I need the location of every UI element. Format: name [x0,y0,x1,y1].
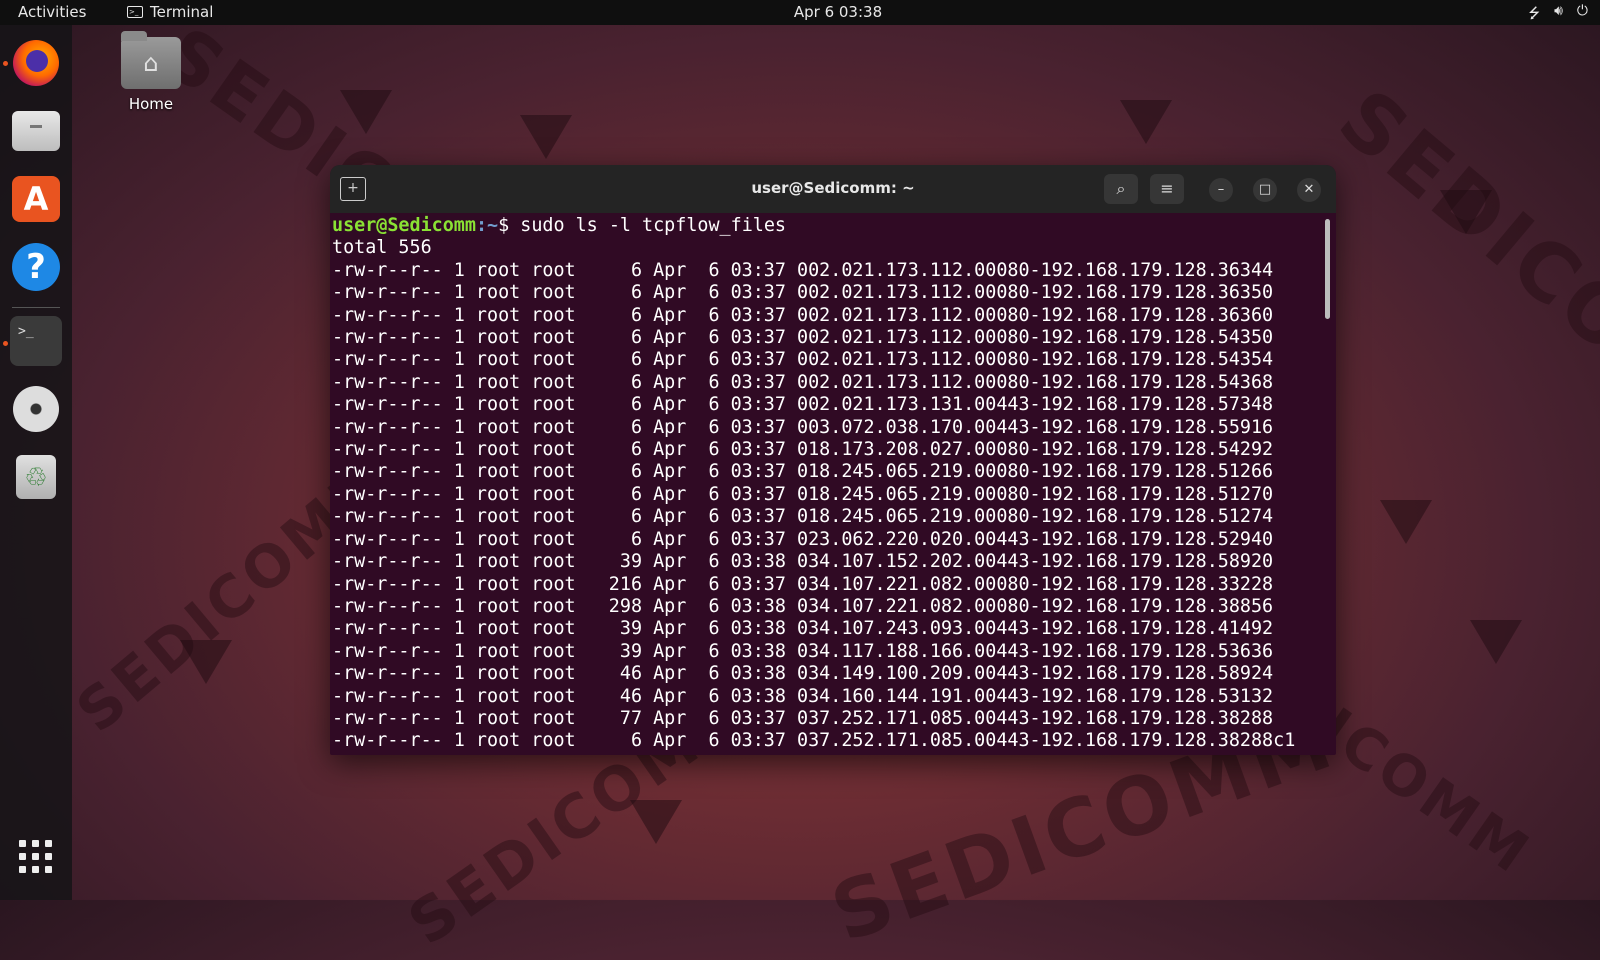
listing-line: -rw-r--r-- 1 root root 216 Apr 6 03:37 0… [332,573,1274,595]
dock-app-grid[interactable] [10,831,62,883]
running-indicator [3,341,8,346]
listing-line: -rw-r--r-- 1 root root 6 Apr 6 03:37 002… [332,259,1274,281]
minimize-icon: – [1217,182,1225,197]
clock[interactable]: Apr 6 03:38 [0,3,1600,21]
terminal-output[interactable]: user@Sedicomm:~$ sudo ls -l tcpflow_file… [332,215,1322,755]
close-icon: ✕ [1303,182,1315,197]
listing-line: -rw-r--r-- 1 root root 39 Apr 6 03:38 03… [332,551,1274,573]
listing-line: -rw-r--r-- 1 root root 6 Apr 6 03:37 002… [332,349,1274,371]
volume-icon[interactable]: 🔊︎ [1554,3,1563,27]
app-grid-icon [19,840,53,874]
menu-button[interactable]: ≡ [1150,174,1184,204]
top-bar: Activities >_ Terminal Apr 6 03:38 ⭍ 🔊︎ … [0,0,1600,25]
dock-software[interactable]: A [10,173,62,225]
window-title: user@Sedicomm: ~ [751,179,915,197]
listing-line: -rw-r--r-- 1 root root 6 Apr 6 03:37 023… [332,528,1274,550]
dock: A ? >_ ♲ [0,25,72,900]
total-line: total 556 [332,237,432,259]
wallpaper-triangle [1470,620,1522,664]
prompt-user: user@Sedicomm [332,215,476,236]
maximize-icon: □ [1258,182,1272,197]
listing-line: -rw-r--r-- 1 root root 77 Apr 6 03:37 03… [332,707,1274,729]
prompt-path: :~ [475,215,499,236]
listing-line: -rw-r--r-- 1 root root 46 Apr 6 03:38 03… [332,663,1274,685]
listing-line: -rw-r--r-- 1 root root 298 Apr 6 03:38 0… [332,595,1274,617]
dock-dvd[interactable] [10,383,62,435]
listing: -rw-r--r-- 1 root root 6 Apr 6 03:37 002… [332,260,1322,753]
firefox-icon [13,40,59,86]
listing-line: -rw-r--r-- 1 root root 39 Apr 6 03:38 03… [332,640,1274,662]
power-icon[interactable]: ⏻ [1577,3,1588,27]
listing-line: -rw-r--r-- 1 root root 6 Apr 6 03:37 002… [332,327,1274,349]
files-icon [12,111,60,151]
wallpaper-triangle [180,640,232,684]
listing-line: -rw-r--r-- 1 root root 6 Apr 6 03:37 018… [332,483,1274,505]
help-icon: ? [12,243,60,291]
system-tray[interactable]: ⭍ 🔊︎ ⏻ [1528,3,1588,27]
dock-help[interactable]: ? [10,241,62,293]
scrollbar[interactable] [1325,219,1330,319]
maximize-button[interactable]: □ [1253,178,1277,202]
dock-firefox[interactable] [10,37,62,89]
desktop-home-label: Home [128,95,174,113]
listing-line: -rw-r--r-- 1 root root 6 Apr 6 03:37 018… [332,461,1274,483]
wallpaper-triangle [630,800,682,844]
wallpaper-watermark: SEDICOMM [1321,71,1600,482]
running-indicator [3,61,8,66]
dock-files[interactable] [10,105,62,157]
listing-line: -rw-r--r-- 1 root root 6 Apr 6 03:37 018… [332,439,1274,461]
search-icon: ⌕ [1116,179,1126,198]
command-text: sudo ls -l tcpflow_files [520,215,786,236]
listing-line: -rw-r--r-- 1 root root 6 Apr 6 03:37 002… [332,282,1274,304]
listing-line: -rw-r--r-- 1 root root 6 Apr 6 03:37 018… [332,506,1274,528]
prompt-symbol: $ [498,215,521,236]
listing-line: -rw-r--r-- 1 root root 46 Apr 6 03:38 03… [332,685,1274,707]
close-button[interactable]: ✕ [1297,178,1321,202]
dvd-icon [13,386,59,432]
network-icon[interactable]: ⭍ [1528,3,1540,27]
wallpaper-triangle [1440,190,1492,234]
window-titlebar[interactable]: + user@Sedicomm: ~ ⌕ ≡ – □ ✕ [330,165,1336,213]
minimize-button[interactable]: – [1209,178,1233,202]
desktop-home-icon[interactable]: ⌂ Home [118,31,184,113]
wallpaper-triangle [1380,500,1432,544]
terminal-icon: >_ [10,316,62,366]
search-button[interactable]: ⌕ [1104,174,1138,204]
terminal-window[interactable]: + user@Sedicomm: ~ ⌕ ≡ – □ ✕ user@Sedico… [330,165,1336,755]
wallpaper-triangle [520,115,572,159]
wallpaper-triangle [340,90,392,134]
dock-trash[interactable]: ♲ [10,451,62,503]
listing-line: -rw-r--r-- 1 root root 6 Apr 6 03:37 002… [332,371,1274,393]
listing-line: -rw-r--r-- 1 root root 6 Apr 6 03:37 002… [332,394,1274,416]
command-line: user@Sedicomm:~$ sudo ls -l tcpflow_file… [332,215,1322,237]
dock-separator [12,307,60,308]
listing-line: -rw-r--r-- 1 root root 6 Apr 6 03:37 003… [332,416,1274,438]
trash-icon: ♲ [16,455,56,499]
wallpaper-triangle [1120,100,1172,144]
software-icon: A [12,176,60,222]
listing-line: -rw-r--r-- 1 root root 6 Apr 6 03:37 037… [332,730,1296,752]
hamburger-icon: ≡ [1160,179,1174,198]
listing-line: -rw-r--r-- 1 root root 6 Apr 6 03:37 002… [332,304,1274,326]
listing-line: -rw-r--r-- 1 root root 39 Apr 6 03:38 03… [332,618,1274,640]
dock-terminal[interactable]: >_ [10,315,62,367]
home-folder-icon: ⌂ [121,31,181,89]
